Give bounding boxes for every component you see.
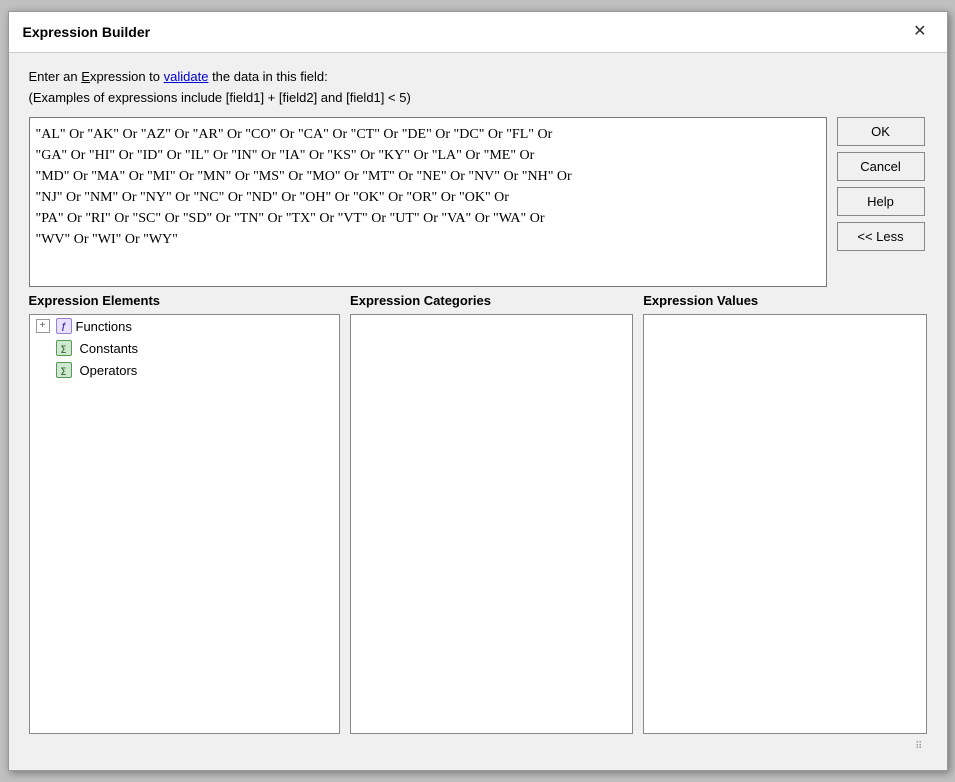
categories-label: Expression Categories — [350, 293, 633, 308]
functions-icon: ƒ — [56, 318, 72, 334]
functions-label: Functions — [76, 319, 132, 334]
constants-label: Constants — [80, 341, 139, 356]
resize-handle: ⠿ — [29, 740, 927, 754]
title-bar: Expression Builder ✕ — [9, 12, 947, 53]
dialog-title: Expression Builder — [23, 24, 151, 40]
close-button[interactable]: ✕ — [907, 22, 932, 42]
expression-textarea[interactable] — [29, 117, 827, 287]
cancel-button[interactable]: Cancel — [837, 152, 925, 181]
elements-label: Expression Elements — [29, 293, 341, 308]
main-area: OK Cancel Help << Less — [29, 117, 927, 287]
panels-area: + ƒ Functions ∑ Constants ∑ Operators — [29, 314, 927, 734]
values-label: Expression Values — [643, 293, 926, 308]
operators-label: Operators — [80, 363, 138, 378]
button-group: OK Cancel Help << Less — [837, 117, 927, 251]
ok-button[interactable]: OK — [837, 117, 925, 146]
dialog-body: Enter an Expression to validate the data… — [9, 53, 947, 770]
expression-elements-panel[interactable]: + ƒ Functions ∑ Constants ∑ Operators — [29, 314, 340, 734]
expression-builder-dialog: Expression Builder ✕ Enter an Expression… — [8, 11, 948, 771]
resize-dots-icon: ⠿ — [915, 742, 922, 752]
panels-labels-row: Expression Elements Expression Categorie… — [29, 293, 927, 308]
validate-link[interactable]: validate — [164, 69, 209, 84]
tree-item-constants[interactable]: ∑ Constants — [30, 337, 339, 359]
expression-categories-panel[interactable] — [350, 314, 633, 734]
instruction-line1: Enter an Expression to validate the data… — [29, 69, 927, 84]
less-button[interactable]: << Less — [837, 222, 925, 251]
tree-item-functions[interactable]: + ƒ Functions — [30, 315, 339, 337]
expression-values-panel[interactable] — [643, 314, 926, 734]
tree-item-operators[interactable]: ∑ Operators — [30, 359, 339, 381]
expand-functions-icon: + — [36, 319, 50, 333]
help-button[interactable]: Help — [837, 187, 925, 216]
constants-icon: ∑ — [56, 340, 72, 356]
operators-icon: ∑ — [56, 362, 72, 378]
example-line: (Examples of expressions include [field1… — [29, 90, 927, 105]
expression-underline: E — [81, 69, 90, 84]
